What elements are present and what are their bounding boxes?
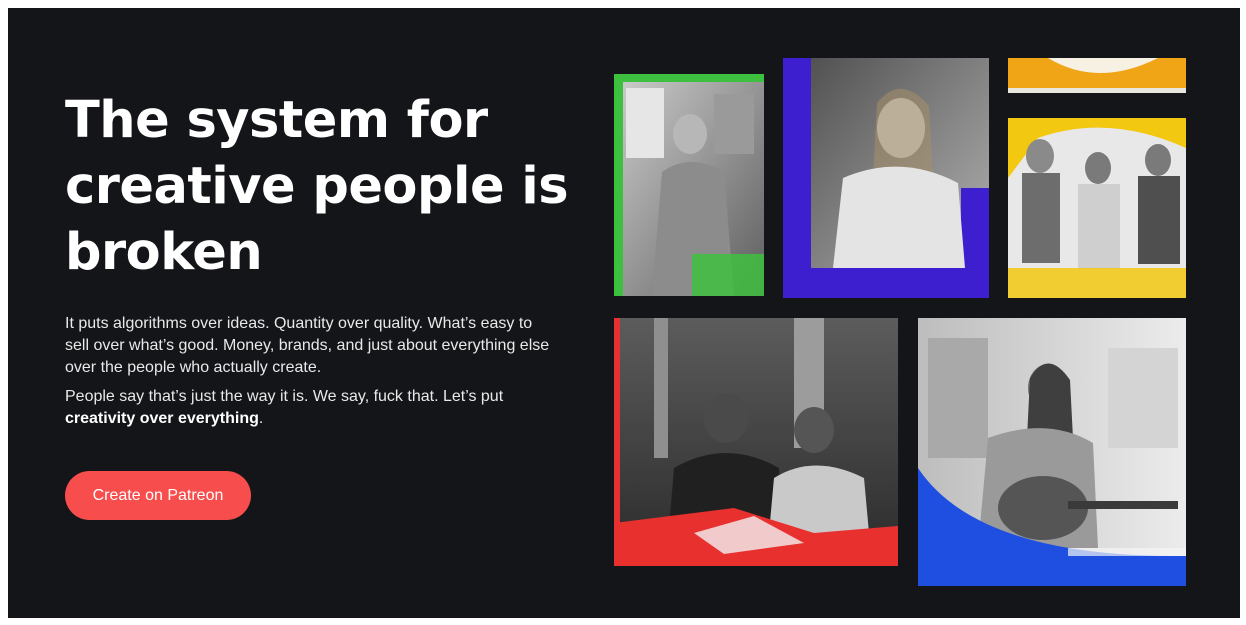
photo-podcast-duo xyxy=(614,318,898,566)
hero-paragraph-2: People say that’s just the way it is. We… xyxy=(65,386,555,430)
hero-paragraph-1: It puts algorithms over ideas. Quantity … xyxy=(65,315,550,376)
photo-guitar-player xyxy=(918,318,1186,586)
hero-copy: It puts algorithms over ideas. Quantity … xyxy=(65,313,555,437)
create-on-patreon-button[interactable]: Create on Patreon xyxy=(65,471,251,520)
photo-woman-at-desk xyxy=(783,58,989,298)
photo-orange-strip xyxy=(1008,58,1186,93)
hero-section: The system for creative people is broken… xyxy=(8,8,1240,618)
paragraph-2-end: . xyxy=(258,410,264,427)
photo-artist-with-glasses xyxy=(614,74,764,296)
paragraph-2-lead: People say that’s just the way it is. We… xyxy=(65,388,504,405)
hero-headline: The system for creative people is broken xyxy=(65,91,569,282)
photo-three-women xyxy=(1008,118,1186,298)
paragraph-2-emphasis: creativity over everything xyxy=(65,410,259,427)
